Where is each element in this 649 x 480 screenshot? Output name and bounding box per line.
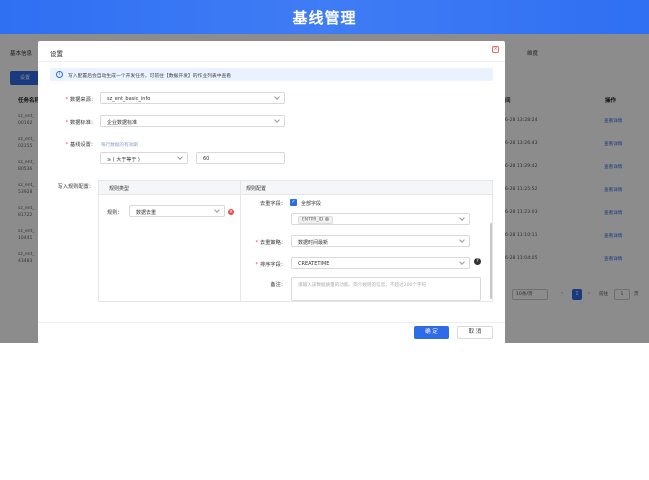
data-standard-value: 企业数据标准 [107,120,138,126]
chevron-down-icon [459,237,465,243]
data-source-select[interactable]: sz_ent_basic_info [100,92,285,104]
info-text: 写入配置后会自动生成一个开发任务，可前往【数据开发】的作业列表中查看 [68,74,232,79]
baseline-operator-value: ≥ ( 大于等于 ) [107,157,140,163]
data-source-label: * 数据来源： [65,97,96,103]
chevron-down-icon [274,117,280,123]
chevron-down-icon [274,94,280,100]
data-standard-label: * 数据标准： [65,120,96,126]
baseline-value: 60 [203,156,210,162]
help-icon[interactable]: ? [474,258,481,265]
sort-field-label: * 排序字段： [255,262,286,268]
chevron-down-icon [177,154,183,160]
remove-tag-icon[interactable] [325,217,330,221]
baseline-operator-select[interactable]: ≥ ( 大于等于 ) [100,152,188,164]
rule-select[interactable]: 数据去重 [129,205,225,217]
rules-table: 规则类型 规则配置 规则： 数据去重 × 去重字段： ✓ 全部字段 ENTPR_… [98,180,493,302]
divider [38,322,505,323]
dedup-field-label: 去重字段： [260,201,286,207]
dedup-strategy-select[interactable]: 数据时间最新 [291,235,470,247]
rule-label: 规则： [107,210,123,216]
baseline-hint: 每行数据的有效期 [101,143,138,148]
scrollbar[interactable] [490,223,492,299]
dedup-strategy-value: 数据时间最新 [298,240,329,246]
close-icon[interactable]: × [492,46,499,53]
remark-placeholder: 请输入该数据质量的功能、简介规则的信息，不超过200个字符 [298,283,427,288]
top-header: 基线管理 [0,0,649,34]
chevron-down-icon [214,207,220,213]
data-source-value: sz_ent_basic_info [107,96,151,102]
dedup-field-select[interactable]: ENTPR_ID [291,213,470,225]
cancel-button[interactable]: 取 消 [457,326,493,339]
delete-rule-icon[interactable]: × [228,209,234,215]
divider [240,181,241,301]
rule-value: 数据去重 [136,210,157,216]
divider [38,61,505,62]
rule-type-header: 规则类型 [109,186,130,192]
dedup-strategy-label: * 去重策略： [255,240,286,246]
rule-config-header: 规则配置 [246,186,267,192]
data-standard-select[interactable]: 企业数据标准 [100,115,285,127]
baseline-label: * 基线设置： [65,142,96,148]
sort-field-value: CREATETIME [298,261,330,267]
chevron-down-icon [459,259,465,265]
confirm-button[interactable]: 确 定 [414,326,449,339]
rules-table-header: 规则类型 规则配置 [99,181,492,195]
app-screen: 基线管理 基本信息 维度 设置 任务名称 间 操作 sz_ent_ 00102 6… [0,0,649,480]
write-rule-label: 写入规则配置： [57,184,94,190]
sort-field-select[interactable]: CREATETIME [291,257,470,269]
chevron-down-icon [459,215,465,221]
remark-textarea[interactable]: 请输入该数据质量的功能、简介规则的信息，不超过200个字符 [291,277,481,301]
info-icon: i [56,71,63,78]
remark-label: 备注： [270,282,286,288]
page-title: 基线管理 [292,9,357,27]
dialog-title: 设置 [50,50,63,58]
all-fields-label: 全部字段 [301,201,322,207]
settings-dialog: 设置 × i 写入配置后会自动生成一个开发任务，可前往【数据开发】的作业列表中查… [38,41,505,344]
info-banner: i 写入配置后会自动生成一个开发任务，可前往【数据开发】的作业列表中查看 [50,68,493,81]
all-fields-checkbox[interactable]: ✓ [290,199,297,206]
field-tag: ENTPR_ID [298,216,334,224]
baseline-value-input[interactable]: 60 [196,152,285,164]
